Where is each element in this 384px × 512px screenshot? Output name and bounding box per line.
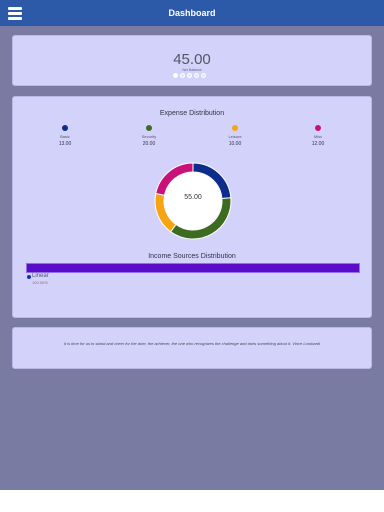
income-legend-dot xyxy=(27,275,31,279)
quote-card: It is time for us to stand and cheer for… xyxy=(12,327,372,369)
legend-dot-leisure xyxy=(232,125,238,131)
legend-dot-security xyxy=(146,125,152,131)
expense-chart-title: Expense Distribution xyxy=(159,110,225,117)
balance-amount: 45.00 xyxy=(173,51,211,68)
pager-dots xyxy=(173,73,206,79)
pager-dot-1[interactable] xyxy=(173,73,178,78)
charts-card: Expense Distribution Basic 13.00 Securit… xyxy=(12,96,372,318)
top-bar: Dashboard xyxy=(0,0,384,26)
expense-donut-chart xyxy=(154,162,232,240)
legend-label-basic: Basic xyxy=(60,134,70,139)
app-screen: Dashboard 45.00 Net Balance Expense Dist… xyxy=(0,0,384,490)
legend-label-misc: Misc xyxy=(313,134,323,139)
legend-value-security: 20.00 xyxy=(142,141,156,147)
legend-item-security[interactable]: Security 20.00 xyxy=(129,125,169,147)
pager-dot-2[interactable] xyxy=(180,73,185,78)
legend-dot-basic xyxy=(62,125,68,131)
legend-item-basic[interactable]: Basic 13.00 xyxy=(45,125,85,147)
donut-center-total: 55.00 xyxy=(184,194,202,201)
legend-label-leisure: Leisure xyxy=(228,134,242,139)
balance-card[interactable]: 45.00 Net Balance xyxy=(12,35,372,86)
page-title: Dashboard xyxy=(168,8,216,18)
income-bar-track xyxy=(26,263,360,273)
balance-label: Net Balance xyxy=(182,68,202,72)
pager-dot-3[interactable] xyxy=(187,73,192,78)
income-chart-title: Income Sources Distribution xyxy=(148,253,236,260)
pager-dot-5[interactable] xyxy=(201,73,206,78)
motivational-quote: It is time for us to stand and cheer for… xyxy=(63,341,321,346)
income-legend-percent: 100.00% xyxy=(32,280,48,285)
income-legend-label: Linear xyxy=(32,273,49,279)
donut-hole xyxy=(164,172,222,230)
legend-item-leisure[interactable]: Leisure 10.00 xyxy=(215,125,255,147)
legend-dot-misc xyxy=(315,125,321,131)
legend-label-security: Security xyxy=(141,134,157,139)
legend-item-misc[interactable]: Misc 12.00 xyxy=(298,125,338,147)
pager-dot-4[interactable] xyxy=(194,73,199,78)
legend-value-leisure: 10.00 xyxy=(228,141,242,147)
legend-value-misc: 12.00 xyxy=(311,141,325,147)
legend-value-basic: 13.00 xyxy=(58,141,72,147)
income-bar-linear[interactable] xyxy=(27,264,359,272)
